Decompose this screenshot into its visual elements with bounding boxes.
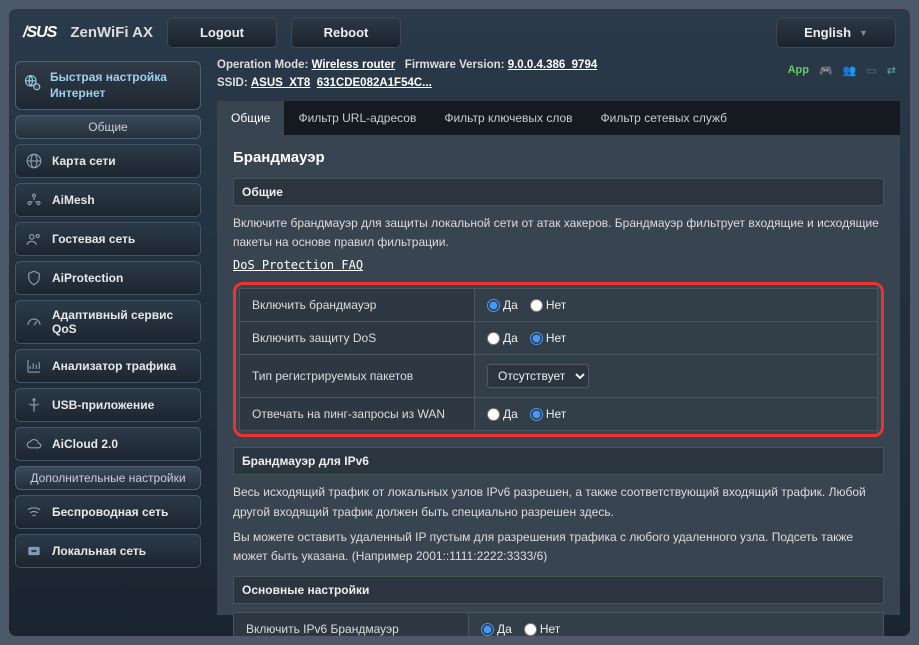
content-area: Operation Mode: Wireless router Firmware…	[207, 56, 910, 637]
gamepad-icon[interactable]: 🎮	[819, 64, 833, 77]
wifi-icon	[25, 503, 43, 521]
shield-icon	[25, 269, 43, 287]
sidebar: Быстрая настройка Интернет Общие Карта с…	[9, 61, 207, 637]
enable-dos-no[interactable]: Нет	[530, 331, 566, 345]
page-title: Брандмауэр	[233, 149, 884, 166]
general-heading: Общие	[233, 178, 884, 206]
speedometer-icon	[25, 313, 43, 331]
cloud-icon	[25, 435, 43, 453]
users-icon[interactable]: 👥	[843, 64, 857, 77]
tab-url-filter[interactable]: Фильтр URL-адресов	[284, 101, 430, 135]
section-advanced: Дополнительные настройки	[15, 466, 201, 490]
sidebar-item-aicloud[interactable]: AiCloud 2.0	[15, 427, 201, 461]
firmware-link[interactable]: 9.0.0.4.386_9794	[508, 59, 598, 71]
row-respond-ping: Отвечать на пинг-запросы из WAN Да Нет	[240, 398, 878, 431]
sidebar-item-traffic-analyzer[interactable]: Анализатор трафика	[15, 349, 201, 383]
guest-icon	[25, 230, 43, 248]
logged-packets-select[interactable]: Отсутствует	[487, 364, 589, 388]
qis-label: Быстрая настройка Интернет	[50, 70, 192, 101]
logout-button[interactable]: Logout	[167, 17, 277, 48]
sidebar-item-network-map[interactable]: Карта сети	[15, 144, 201, 178]
globe-icon	[25, 152, 43, 170]
mesh-icon	[25, 191, 43, 209]
section-general: Общие	[15, 115, 201, 139]
sidebar-item-lan[interactable]: Локальная сеть	[15, 534, 201, 568]
sidebar-item-wireless[interactable]: Беспроводная сеть	[15, 495, 201, 529]
general-description: Включите брандмауэр для защиты локальной…	[233, 214, 884, 252]
app-link[interactable]: App	[788, 64, 809, 77]
tab-network-services-filter[interactable]: Фильтр сетевых служб	[587, 101, 741, 135]
device-icon[interactable]: ▭	[866, 64, 876, 77]
reboot-button[interactable]: Reboot	[291, 17, 401, 48]
model-name: ZenWiFi AX	[70, 24, 153, 41]
usb-icon	[25, 396, 43, 414]
ipv6-desc-1: Весь исходящий трафик от локальных узлов…	[233, 483, 884, 521]
tab-bar: Общие Фильтр URL-адресов Фильтр ключевых…	[217, 100, 900, 135]
asus-logo: /SUS	[23, 24, 56, 42]
sidebar-item-guest-network[interactable]: Гостевая сеть	[15, 222, 201, 256]
row-enable-ipv6-firewall: Включить IPv6 Брандмауэр Да Нет	[234, 613, 884, 637]
firewall-panel: Брандмауэр Общие Включите брандмауэр для…	[217, 135, 900, 615]
basic-settings-heading: Основные настройки	[233, 576, 884, 604]
highlighted-settings: Включить брандмауэр Да Нет Включить защи…	[233, 282, 884, 437]
ipv6-firewall-no[interactable]: Нет	[524, 622, 560, 636]
globe-gear-icon	[24, 74, 42, 97]
respond-ping-no[interactable]: Нет	[530, 407, 566, 421]
ipv6-heading: Брандмауэр для IPv6	[233, 447, 884, 475]
quick-internet-setup-button[interactable]: Быстрая настройка Интернет	[15, 61, 201, 110]
top-bar: /SUS ZenWiFi AX Logout Reboot English	[9, 9, 910, 56]
lan-icon	[25, 542, 43, 560]
row-enable-firewall: Включить брандмауэр Да Нет	[240, 289, 878, 322]
tab-keyword-filter[interactable]: Фильтр ключевых слов	[430, 101, 586, 135]
row-logged-packets: Тип регистрируемых пакетов Отсутствует	[240, 355, 878, 398]
usb-status-icon[interactable]: ⇄	[887, 64, 896, 77]
language-select[interactable]: English	[776, 17, 896, 48]
ipv6-firewall-yes[interactable]: Да	[481, 622, 512, 636]
ipv6-desc-2: Вы можете оставить удаленный IP пустым д…	[233, 528, 884, 566]
chart-icon	[25, 357, 43, 375]
sidebar-item-qos[interactable]: Адаптивный сервис QoS	[15, 300, 201, 344]
operation-mode-link[interactable]: Wireless router	[312, 59, 396, 71]
sidebar-item-aimesh[interactable]: AiMesh	[15, 183, 201, 217]
status-icons: App 🎮 👥 ▭ ⇄	[788, 64, 896, 77]
dos-faq-link[interactable]: DoS Protection FAQ	[233, 258, 363, 272]
row-enable-dos: Включить защиту DoS Да Нет	[240, 322, 878, 355]
respond-ping-yes[interactable]: Да	[487, 407, 518, 421]
sidebar-item-usb-app[interactable]: USB-приложение	[15, 388, 201, 422]
enable-firewall-yes[interactable]: Да	[487, 298, 518, 312]
sidebar-item-aiprotection[interactable]: AiProtection	[15, 261, 201, 295]
enable-dos-yes[interactable]: Да	[487, 331, 518, 345]
enable-firewall-no[interactable]: Нет	[530, 298, 566, 312]
tab-general[interactable]: Общие	[217, 101, 284, 135]
